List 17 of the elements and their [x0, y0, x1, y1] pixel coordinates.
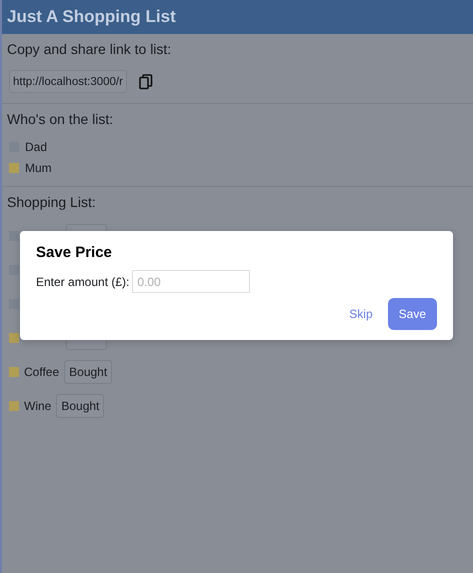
skip-button[interactable]: Skip	[349, 301, 373, 327]
amount-field[interactable]: 0.00	[132, 270, 250, 293]
save-button[interactable]: Save	[388, 298, 437, 330]
section-label: Who's on the list:	[7, 110, 114, 128]
section-label: Copy and share link to list:	[7, 40, 172, 58]
item-name: Coffee	[24, 365, 60, 379]
bought-button[interactable]: Bought	[64, 360, 112, 384]
amount-label: Enter amount (£):	[36, 274, 130, 288]
dialog-title: Save Price	[36, 244, 113, 261]
copy-icon[interactable]	[138, 74, 153, 90]
person-name: Dad	[25, 140, 48, 154]
bought-button[interactable]: Bought	[56, 394, 104, 418]
person-name: Mum	[25, 160, 52, 174]
item-name: Wine	[24, 399, 52, 413]
app-title: Just A Shopping List	[7, 7, 176, 27]
link-field[interactable]: http://localhost:3000/r	[9, 70, 127, 93]
section-label: Shopping List:	[7, 193, 97, 211]
